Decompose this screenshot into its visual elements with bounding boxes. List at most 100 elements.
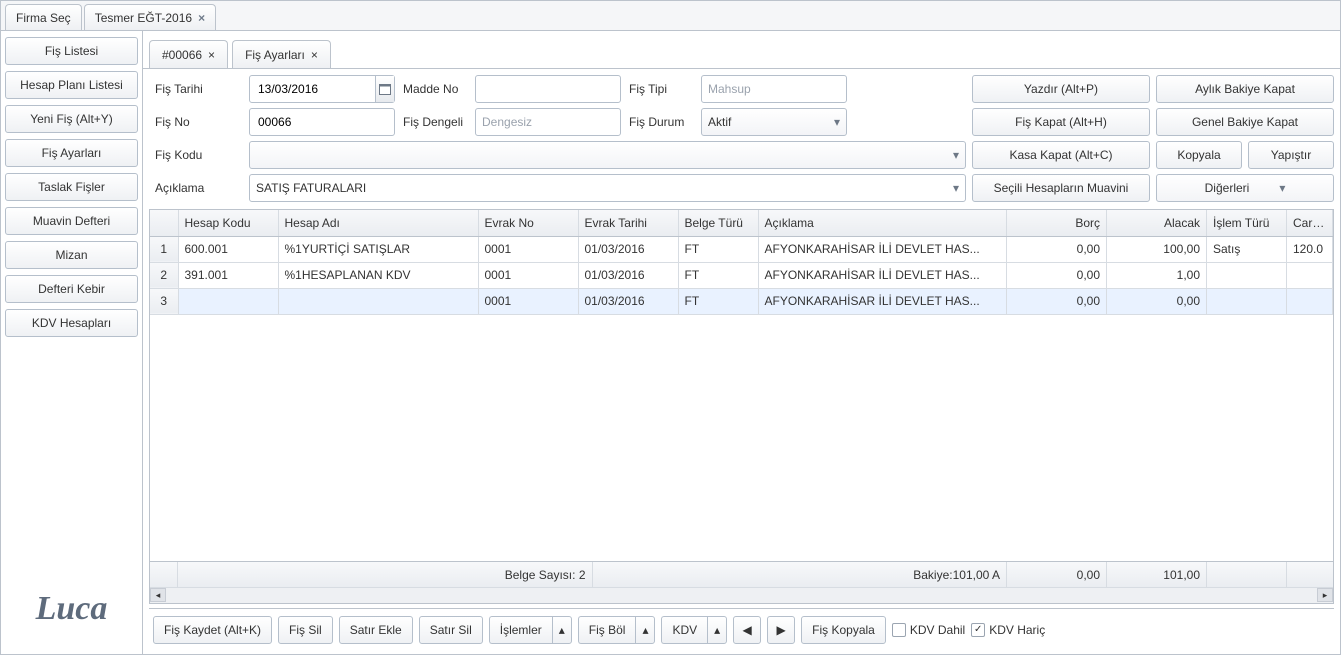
sidebar-item-kdv-hesaplari[interactable]: KDV Hesapları [5, 309, 138, 337]
scroll-right-icon[interactable]: ▸ [1317, 588, 1333, 602]
cell-cari[interactable]: 120.0 [1287, 236, 1333, 262]
yapistir-button[interactable]: Yapıştır [1248, 141, 1334, 169]
cell-aciklama[interactable]: AFYONKARAHİSAR İLİ DEVLET HAS... [758, 288, 1007, 314]
fis-sil-button[interactable]: Fiş Sil [278, 616, 333, 644]
fis-kopyala-button[interactable]: Fiş Kopyala [801, 616, 886, 644]
select-fis-durum[interactable]: Aktif ▾ [701, 108, 847, 136]
cell-hesap-adi[interactable] [278, 288, 478, 314]
cell-borc[interactable]: 0,00 [1007, 236, 1107, 262]
kdv-haric-checkbox[interactable]: ✓ KDV Hariç [971, 623, 1045, 637]
digerleri-button[interactable]: Diğerleri ▾ [1156, 174, 1334, 202]
sidebar-item-defteri-kebir[interactable]: Defteri Kebir [5, 275, 138, 303]
satir-ekle-button[interactable]: Satır Ekle [339, 616, 413, 644]
chevron-up-icon[interactable]: ▴ [552, 616, 572, 644]
table-row[interactable]: 1 600.001 %1YURTİÇİ SATIŞLAR 0001 01/03/… [150, 236, 1333, 262]
cell-hesap-adi[interactable]: %1HESAPLANAN KDV [278, 262, 478, 288]
col-evrak-tarihi[interactable]: Evrak Tarihi [578, 210, 678, 236]
cell-islem-turu[interactable]: Satış [1207, 236, 1287, 262]
table-row[interactable]: 2 391.001 %1HESAPLANAN KDV 0001 01/03/20… [150, 262, 1333, 288]
cell-evrak-no[interactable]: 0001 [478, 262, 578, 288]
sidebar-item-yeni-fis[interactable]: Yeni Fiş (Alt+Y) [5, 105, 138, 133]
col-belge-turu[interactable]: Belge Türü [678, 210, 758, 236]
cell-evrak-no[interactable]: 0001 [478, 288, 578, 314]
sidebar-item-fis-ayarlari[interactable]: Fiş Ayarları [5, 139, 138, 167]
cell-islem-turu[interactable] [1207, 288, 1287, 314]
tab-fis-00066[interactable]: #00066 × [149, 40, 228, 68]
cell-evrak-tarihi[interactable]: 01/03/2016 [578, 236, 678, 262]
secili-muavin-button[interactable]: Seçili Hesapların Muavini [972, 174, 1150, 202]
horizontal-scrollbar[interactable]: ◂ ▸ [150, 587, 1333, 603]
checkbox-icon[interactable] [892, 623, 906, 637]
col-evrak-no[interactable]: Evrak No [478, 210, 578, 236]
cell-alacak[interactable]: 0,00 [1107, 288, 1207, 314]
sidebar-item-taslak-fisler[interactable]: Taslak Fişler [5, 173, 138, 201]
cell-borc[interactable]: 0,00 [1007, 288, 1107, 314]
cell-evrak-tarihi[interactable]: 01/03/2016 [578, 262, 678, 288]
cell-alacak[interactable]: 100,00 [1107, 236, 1207, 262]
next-button[interactable]: ▶ [767, 616, 795, 644]
fis-bol-button[interactable]: Fiş Böl ▴ [578, 616, 656, 644]
cell-hesap-kodu[interactable] [178, 288, 278, 314]
fis-kapat-button[interactable]: Fiş Kapat (Alt+H) [972, 108, 1150, 136]
cell-evrak-tarihi[interactable]: 01/03/2016 [578, 288, 678, 314]
scroll-left-icon[interactable]: ◂ [150, 588, 166, 602]
madde-no-field[interactable] [482, 81, 614, 97]
input-madde-no[interactable] [475, 75, 621, 103]
kasa-kapat-button[interactable]: Kasa Kapat (Alt+C) [972, 141, 1150, 169]
prev-button[interactable]: ◀ [733, 616, 761, 644]
grid-table[interactable]: Hesap Kodu Hesap Adı Evrak No Evrak Tari… [150, 210, 1333, 315]
cell-cari[interactable] [1287, 262, 1333, 288]
kdv-button[interactable]: KDV ▴ [661, 616, 727, 644]
cell-belge-turu[interactable]: FT [678, 288, 758, 314]
cell-aciklama[interactable]: AFYONKARAHİSAR İLİ DEVLET HAS... [758, 262, 1007, 288]
select-aciklama[interactable]: SATIŞ FATURALARI ▾ [249, 174, 966, 202]
tab-firma-sec[interactable]: Firma Seç [5, 4, 82, 30]
sidebar-item-hesap-plani[interactable]: Hesap Planı Listesi [5, 71, 138, 99]
cell-evrak-no[interactable]: 0001 [478, 236, 578, 262]
genel-bakiye-kapat-button[interactable]: Genel Bakiye Kapat [1156, 108, 1334, 136]
col-hesap-kodu[interactable]: Hesap Kodu [178, 210, 278, 236]
col-rownum[interactable] [150, 210, 178, 236]
kdv-dahil-checkbox[interactable]: KDV Dahil [892, 623, 965, 637]
cell-islem-turu[interactable] [1207, 262, 1287, 288]
close-icon[interactable]: × [311, 48, 318, 62]
select-fis-kodu[interactable]: ▾ [249, 141, 966, 169]
fis-tarihi-field[interactable] [256, 81, 375, 97]
col-cari[interactable]: Cari H [1287, 210, 1333, 236]
col-alacak[interactable]: Alacak [1107, 210, 1207, 236]
cell-borc[interactable]: 0,00 [1007, 262, 1107, 288]
cell-cari[interactable] [1287, 288, 1333, 314]
cell-alacak[interactable]: 1,00 [1107, 262, 1207, 288]
close-icon[interactable]: × [198, 11, 205, 25]
col-hesap-adi[interactable]: Hesap Adı [278, 210, 478, 236]
cell-hesap-adi[interactable]: %1YURTİÇİ SATIŞLAR [278, 236, 478, 262]
cell-aciklama[interactable]: AFYONKARAHİSAR İLİ DEVLET HAS... [758, 236, 1007, 262]
yazdir-button[interactable]: Yazdır (Alt+P) [972, 75, 1150, 103]
kopyala-button[interactable]: Kopyala [1156, 141, 1242, 169]
sidebar-item-fis-listesi[interactable]: Fiş Listesi [5, 37, 138, 65]
input-fis-tarihi[interactable] [249, 75, 395, 103]
input-fis-no[interactable] [249, 108, 395, 136]
chevron-up-icon[interactable]: ▴ [707, 616, 727, 644]
cell-belge-turu[interactable]: FT [678, 262, 758, 288]
cell-hesap-kodu[interactable]: 600.001 [178, 236, 278, 262]
chevron-up-icon[interactable]: ▴ [635, 616, 655, 644]
col-borc[interactable]: Borç [1007, 210, 1107, 236]
sidebar-item-muavin-defteri[interactable]: Muavin Defteri [5, 207, 138, 235]
sidebar-item-mizan[interactable]: Mizan [5, 241, 138, 269]
tab-tesmer[interactable]: Tesmer EĞT-2016 × [84, 4, 216, 30]
calendar-icon[interactable] [375, 76, 394, 102]
tab-fis-ayarlari[interactable]: Fiş Ayarları × [232, 40, 331, 68]
checkbox-icon[interactable]: ✓ [971, 623, 985, 637]
islemler-button[interactable]: İşlemler ▴ [489, 616, 572, 644]
col-islem-turu[interactable]: İşlem Türü [1207, 210, 1287, 236]
close-icon[interactable]: × [208, 48, 215, 62]
cell-hesap-kodu[interactable]: 391.001 [178, 262, 278, 288]
aylik-bakiye-kapat-button[interactable]: Aylık Bakiye Kapat [1156, 75, 1334, 103]
satir-sil-button[interactable]: Satır Sil [419, 616, 483, 644]
fis-kaydet-button[interactable]: Fiş Kaydet (Alt+K) [153, 616, 272, 644]
col-aciklama[interactable]: Açıklama [758, 210, 1007, 236]
cell-belge-turu[interactable]: FT [678, 236, 758, 262]
fis-no-field[interactable] [256, 114, 388, 130]
table-row[interactable]: 3 0001 01/03/2016 FT AFYONKARAHİSAR İLİ … [150, 288, 1333, 314]
